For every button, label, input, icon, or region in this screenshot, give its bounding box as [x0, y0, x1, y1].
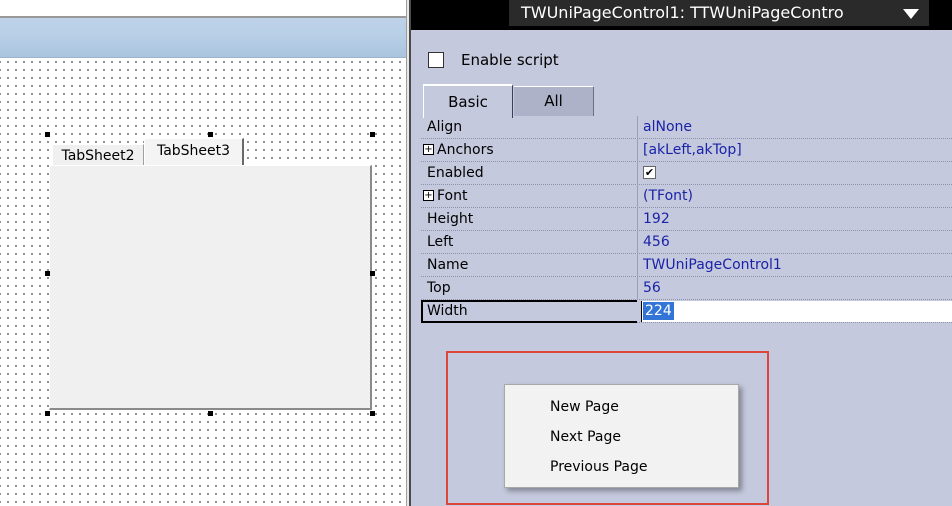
- selection-handle-bottom-left[interactable]: [45, 411, 50, 416]
- property-value[interactable]: alNone: [643, 116, 692, 138]
- property-value[interactable]: 56: [643, 277, 661, 299]
- selection-handle-bottom[interactable]: [208, 411, 213, 416]
- tab-label: TabSheet2: [61, 148, 135, 164]
- property-row-height[interactable]: Height 192: [421, 208, 952, 231]
- property-row-name[interactable]: Name TWUniPageControl1: [421, 254, 952, 277]
- property-value[interactable]: [akLeft,akTop]: [643, 139, 742, 161]
- property-name: Top: [427, 280, 451, 296]
- designer-top-strip: [0, 0, 406, 16]
- menu-item-next-page[interactable]: Next Page: [505, 422, 740, 452]
- enable-script-checkbox[interactable]: [428, 52, 444, 68]
- component-selector-bar: TWUniPageControl1: TTWUniPageContro: [411, 0, 952, 30]
- tab-all-label: All: [544, 92, 563, 110]
- property-name: Name: [427, 257, 469, 273]
- tab-page-body[interactable]: [49, 165, 372, 410]
- property-name: Font: [437, 188, 468, 204]
- selection-handle-bottom-right[interactable]: [370, 411, 375, 416]
- column-divider: [637, 254, 638, 277]
- property-row-align[interactable]: Align alNone: [421, 116, 952, 139]
- property-row-width[interactable]: Width 224: [421, 300, 952, 323]
- tab-tabsheet3[interactable]: TabSheet3: [144, 138, 244, 166]
- designer-header: [0, 0, 406, 58]
- column-divider: [637, 116, 638, 139]
- property-name: Height: [427, 211, 474, 227]
- property-name: Enabled: [427, 165, 484, 181]
- menu-item-previous-page[interactable]: Previous Page: [505, 452, 740, 482]
- column-divider: [637, 162, 638, 185]
- property-row-font[interactable]: + Font (TFont): [421, 185, 952, 208]
- form-designer[interactable]: TabSheet2 TabSheet3: [0, 0, 406, 506]
- enable-script-row: Enable script: [411, 30, 952, 82]
- column-divider: [637, 231, 638, 254]
- property-row-left[interactable]: Left 456: [421, 231, 952, 254]
- selection-handle-top-left[interactable]: [45, 132, 50, 137]
- expand-icon[interactable]: +: [423, 144, 434, 155]
- dropdown-arrow-icon[interactable]: [903, 9, 919, 19]
- page-control[interactable]: TabSheet2 TabSheet3: [47, 134, 374, 414]
- property-value[interactable]: TWUniPageControl1: [643, 254, 782, 276]
- property-row-anchors[interactable]: + Anchors [akLeft,akTop]: [421, 139, 952, 162]
- column-divider: [637, 139, 638, 162]
- width-value-editor[interactable]: 224: [641, 301, 952, 322]
- property-row-top[interactable]: Top 56: [421, 277, 952, 300]
- property-value[interactable]: 192: [643, 208, 670, 230]
- selection-handle-right[interactable]: [370, 271, 375, 276]
- property-value[interactable]: 456: [643, 231, 670, 253]
- menu-item-new-page[interactable]: New Page: [505, 392, 740, 422]
- designer-top-border: [0, 16, 406, 18]
- property-name: Align: [427, 119, 463, 135]
- property-name: Width: [427, 303, 468, 319]
- property-grid: Align alNone + Anchors [akLeft,akTop] En…: [421, 116, 952, 323]
- column-divider: [637, 277, 638, 300]
- tab-tabsheet2[interactable]: TabSheet2: [52, 144, 144, 166]
- tab-basic-label: Basic: [448, 93, 488, 111]
- tab-label: TabSheet3: [156, 143, 231, 159]
- selection-handle-left[interactable]: [45, 271, 50, 276]
- component-selector[interactable]: TWUniPageControl1: TTWUniPageContro: [509, 0, 929, 26]
- component-selector-text: TWUniPageControl1: TTWUniPageContro: [521, 3, 844, 22]
- tab-all[interactable]: All: [514, 86, 594, 116]
- tab-basic[interactable]: Basic: [423, 84, 513, 118]
- property-value[interactable]: (TFont): [643, 185, 693, 207]
- expand-icon[interactable]: +: [423, 190, 434, 201]
- property-name: Left: [427, 234, 454, 250]
- selected-value-text: 224: [643, 302, 674, 320]
- enable-script-label: Enable script: [461, 51, 559, 69]
- column-divider: [637, 208, 638, 231]
- property-row-enabled[interactable]: Enabled ✔: [421, 162, 952, 185]
- column-divider: [637, 185, 638, 208]
- selection-handle-top-right[interactable]: [370, 132, 375, 137]
- property-name: Anchors: [437, 142, 494, 158]
- inspector-tabs: Basic All: [411, 82, 952, 118]
- context-menu: New Page Next Page Previous Page: [504, 384, 739, 488]
- enabled-checkbox[interactable]: ✔: [643, 166, 656, 179]
- selection-handle-top[interactable]: [208, 132, 213, 137]
